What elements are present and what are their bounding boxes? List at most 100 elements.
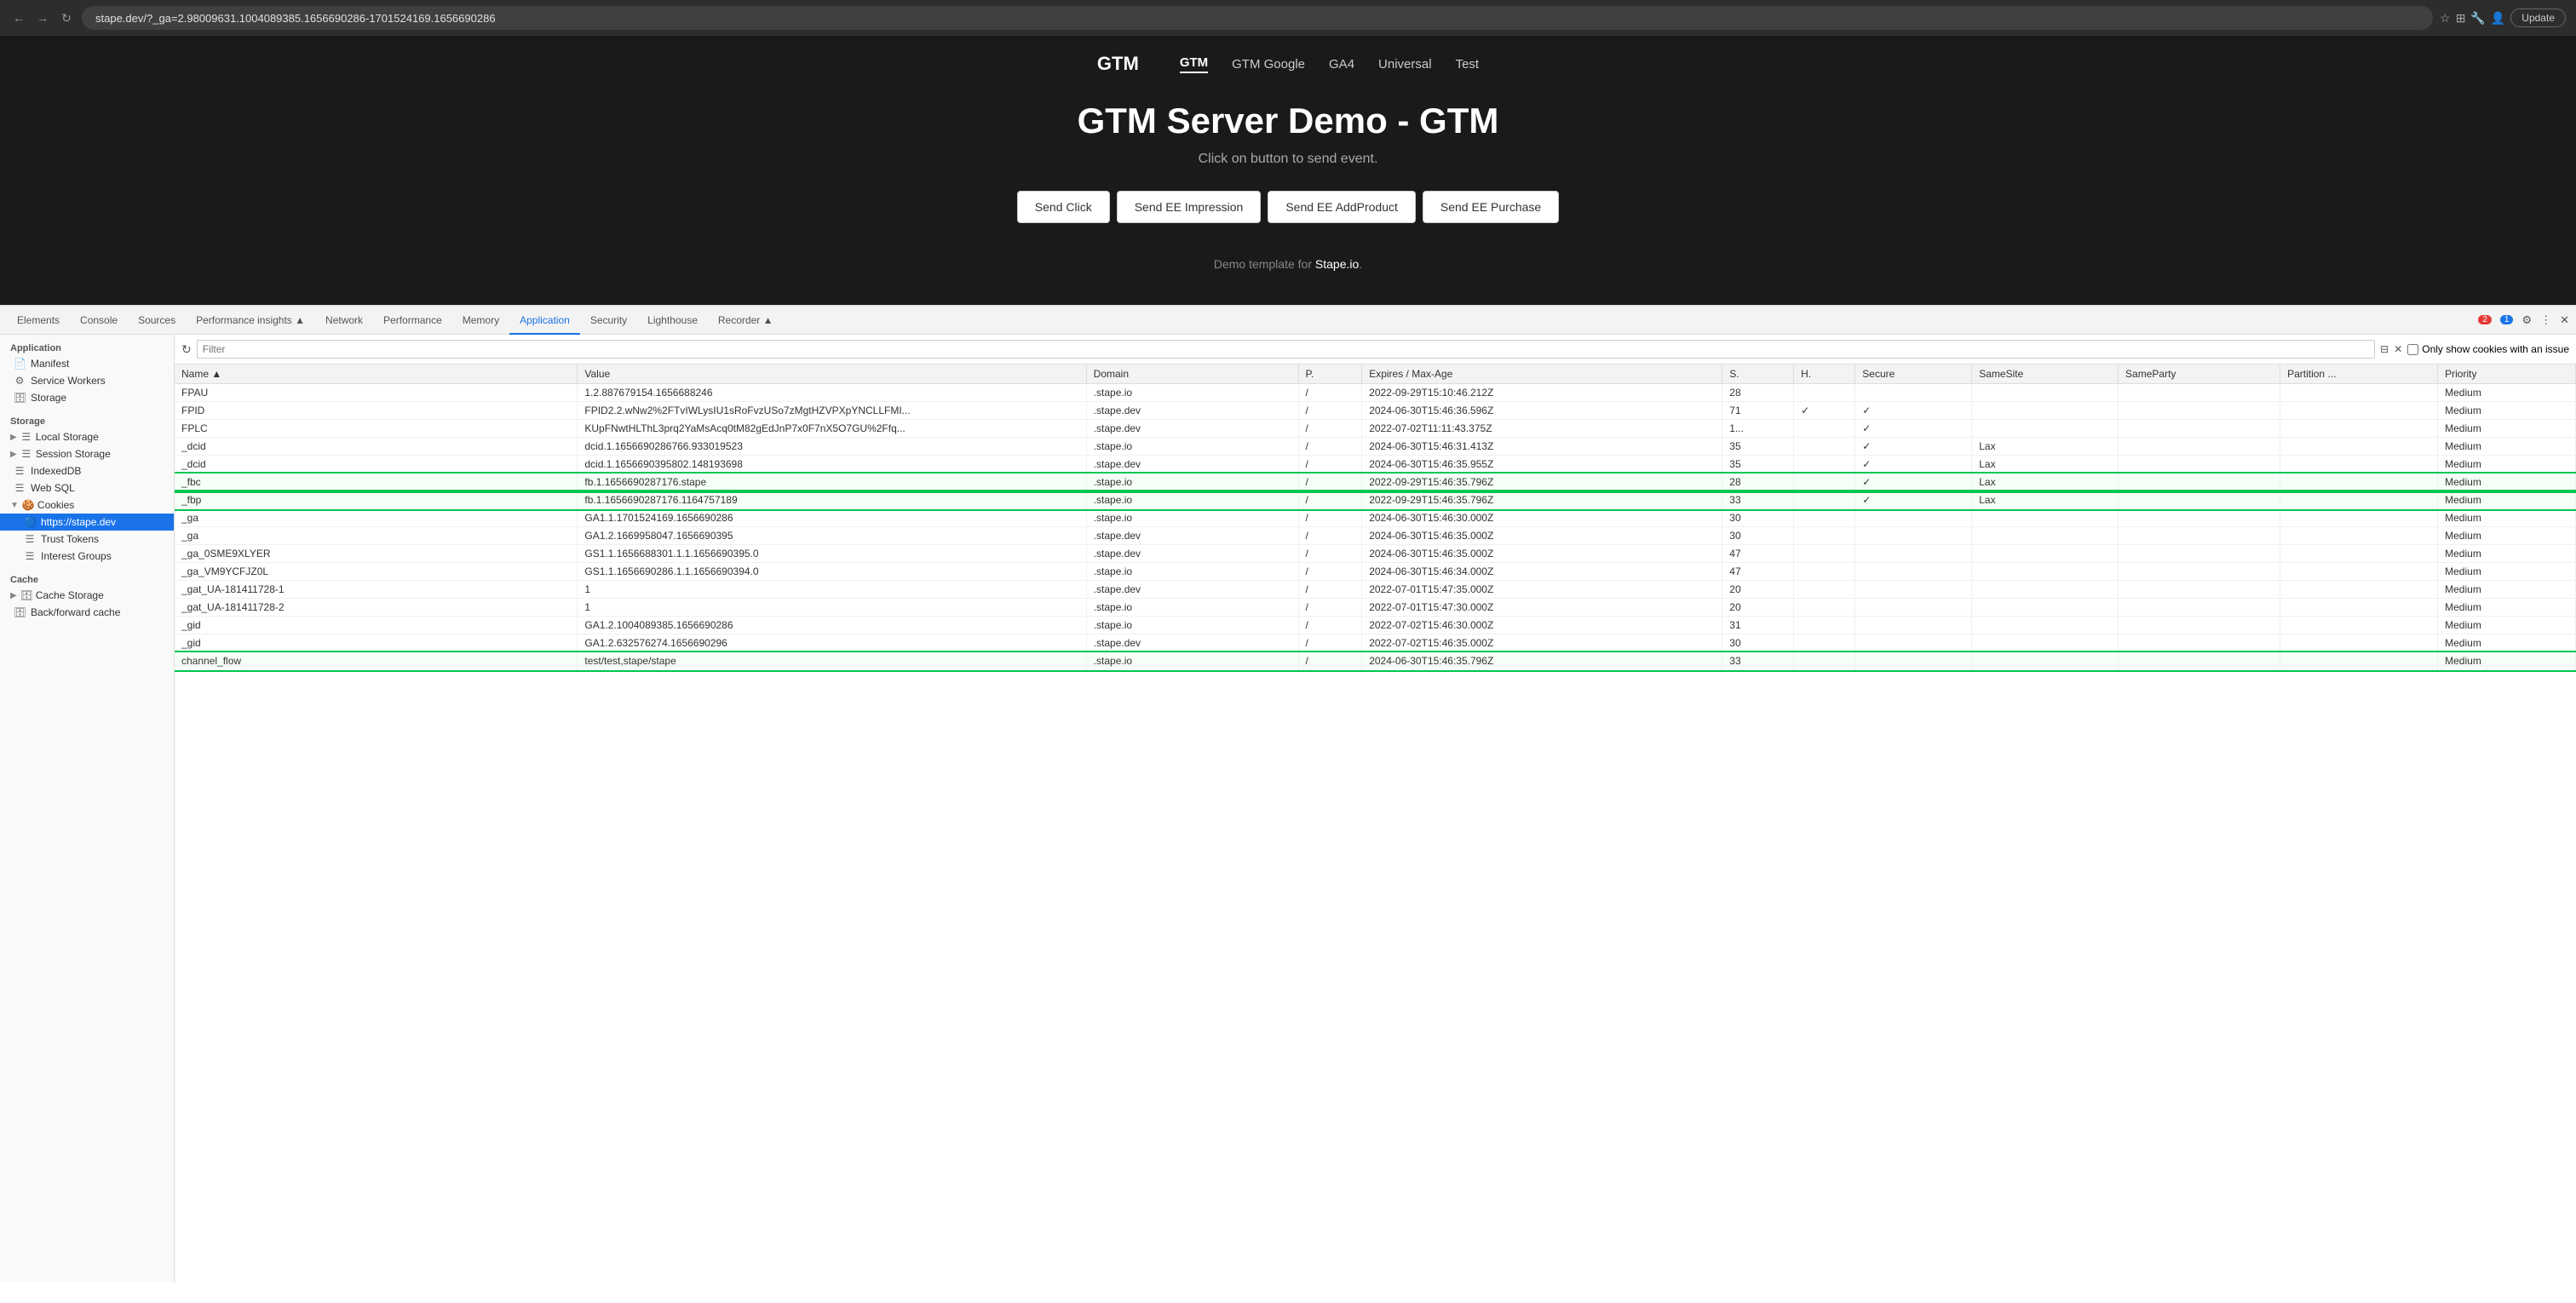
table-row[interactable]: _dciddcid.1.1656690395802.148193698.stap… <box>175 456 2576 474</box>
page-title: GTM Server Demo - GTM <box>1078 100 1499 141</box>
table-row[interactable]: _dciddcid.1.1656690286766.933019523.stap… <box>175 438 2576 456</box>
stape-link[interactable]: Stape.io <box>1315 257 1359 271</box>
table-row[interactable]: _gaGA1.2.1669958047.1656690395.stape.dev… <box>175 527 2576 545</box>
cache-storage-label: Cache Storage <box>36 589 104 601</box>
col-header-secure[interactable]: Secure <box>1855 364 1972 384</box>
tab-performance[interactable]: Performance <box>373 306 452 335</box>
badge-red: 2 <box>2478 315 2492 324</box>
sidebar-item-storage[interactable]: 🗄 Storage <box>0 389 174 406</box>
tab-memory[interactable]: Memory <box>452 306 509 335</box>
cookie-tbody: FPAU1.2.887679154.1656688246.stape.io/20… <box>175 384 2576 670</box>
col-header-path[interactable]: P. <box>1298 364 1362 384</box>
col-header-size[interactable]: S. <box>1722 364 1794 384</box>
nav-universal[interactable]: Universal <box>1378 57 1432 72</box>
col-header-samesite[interactable]: SameSite <box>1972 364 2119 384</box>
sidebar-item-local-storage[interactable]: ▶ ☰ Local Storage <box>0 428 174 445</box>
star-icon[interactable]: ☆ <box>2440 11 2451 26</box>
sidebar-section-application: Application <box>0 340 174 355</box>
col-header-sameparty[interactable]: SameParty <box>2119 364 2280 384</box>
forward-button[interactable]: → <box>34 9 51 26</box>
clear-filter-icon[interactable]: ✕ <box>2394 343 2402 355</box>
sidebar-item-web-sql[interactable]: ☰ Web SQL <box>0 479 174 497</box>
send-ee-purchase-button[interactable]: Send EE Purchase <box>1423 191 1559 223</box>
filter-options-icon[interactable]: ⊟ <box>2380 343 2389 355</box>
cookies-icon: 🍪 <box>22 499 34 511</box>
send-click-button[interactable]: Send Click <box>1017 191 1110 223</box>
sidebar-item-interest-groups[interactable]: ☰ Interest Groups <box>0 548 174 565</box>
filter-input[interactable] <box>197 340 2375 359</box>
cookie-table: Name ▲ Value Domain P. Expires / Max-Age… <box>175 364 2576 670</box>
url-bar[interactable]: stape.dev/?_ga=2.98009631.1004089385.165… <box>82 6 2433 30</box>
send-ee-addproduct-button[interactable]: Send EE AddProduct <box>1268 191 1416 223</box>
storage-icon: 🗄 <box>14 392 26 404</box>
sidebar-item-session-storage[interactable]: ▶ ☰ Session Storage <box>0 445 174 462</box>
table-row[interactable]: channel_flowtest/test,stape/stape.stape.… <box>175 652 2576 670</box>
tab-recorder[interactable]: Recorder ▲ <box>708 306 784 335</box>
show-cookies-checkbox[interactable] <box>2407 344 2418 355</box>
table-row[interactable]: FPIDFPID2.2.wNw2%2FTvIWLysIU1sRoFvzUSo7z… <box>175 402 2576 420</box>
table-header-row: Name ▲ Value Domain P. Expires / Max-Age… <box>175 364 2576 384</box>
service-workers-label: Service Workers <box>31 375 106 387</box>
tab-elements[interactable]: Elements <box>7 306 70 335</box>
col-header-priority[interactable]: Priority <box>2438 364 2576 384</box>
table-row[interactable]: _fbpfb.1.1656690287176.1164757189.stape.… <box>175 491 2576 509</box>
table-row[interactable]: _gidGA1.2.632576274.1656690296.stape.dev… <box>175 634 2576 652</box>
session-storage-icon: ☰ <box>20 448 32 460</box>
sidebar-item-indexeddb[interactable]: ☰ IndexedDB <box>0 462 174 479</box>
back-button[interactable]: ← <box>10 9 27 26</box>
tab-application[interactable]: Application <box>509 306 580 335</box>
col-header-value[interactable]: Value <box>578 364 1086 384</box>
action-buttons: Send Click Send EE Impression Send EE Ad… <box>1017 191 1559 223</box>
col-header-h[interactable]: H. <box>1794 364 1855 384</box>
tab-network[interactable]: Network <box>315 306 373 335</box>
sidebar-item-cookies-group[interactable]: ▼ 🍪 Cookies <box>0 497 174 514</box>
page-area: GTM GTM GTM Google GA4 Universal Test GT… <box>0 36 2576 305</box>
tab-performance-insights[interactable]: Performance insights ▲ <box>186 306 315 335</box>
sidebar-item-stape-dev[interactable]: 🔵 https://stape.dev <box>0 514 174 531</box>
table-row[interactable]: _gat_UA-181411728-11.stape.dev/2022-07-0… <box>175 581 2576 599</box>
nav-ga4[interactable]: GA4 <box>1329 57 1354 72</box>
sidebar-item-back-forward-cache[interactable]: 🗄 Back/forward cache <box>0 604 174 621</box>
nav-test[interactable]: Test <box>1456 57 1480 72</box>
service-workers-icon: ⚙ <box>14 375 26 387</box>
tab-console[interactable]: Console <box>70 306 128 335</box>
sidebar-item-manifest[interactable]: 📄 Manifest <box>0 355 174 372</box>
table-row[interactable]: _gaGA1.1.1701524169.1656690286.stape.io/… <box>175 509 2576 527</box>
local-storage-arrow: ▶ <box>10 433 17 442</box>
col-header-partition[interactable]: Partition ... <box>2280 364 2438 384</box>
nav-gtm-google[interactable]: GTM Google <box>1232 57 1305 72</box>
table-row[interactable]: FPAU1.2.887679154.1656688246.stape.io/20… <box>175 384 2576 402</box>
col-header-expires[interactable]: Expires / Max-Age <box>1362 364 1722 384</box>
table-row[interactable]: _gat_UA-181411728-21.stape.io/2022-07-01… <box>175 599 2576 617</box>
refresh-cookies-button[interactable]: ↻ <box>181 342 192 357</box>
tab-security[interactable]: Security <box>580 306 637 335</box>
send-ee-impression-button[interactable]: Send EE Impression <box>1117 191 1262 223</box>
tab-sources[interactable]: Sources <box>128 306 186 335</box>
close-devtools-icon[interactable]: ✕ <box>2560 313 2569 327</box>
indexeddb-icon: ☰ <box>14 465 26 477</box>
settings-icon[interactable]: ⚙ <box>2521 313 2532 327</box>
page-subtitle: Click on button to send event. <box>1199 152 1378 167</box>
more-options-icon[interactable]: ⋮ <box>2540 313 2551 327</box>
main-content: ↻ ⊟ ✕ Only show cookies with an issue Na… <box>175 335 2576 1283</box>
devtools: Elements Console Sources Performance ins… <box>0 305 2576 1283</box>
reload-button[interactable]: ↻ <box>58 9 75 26</box>
tab-lighthouse[interactable]: Lighthouse <box>637 306 708 335</box>
col-header-name[interactable]: Name ▲ <box>175 364 578 384</box>
table-row[interactable]: _ga_0SME9XLYERGS1.1.1656688301.1.1.16566… <box>175 545 2576 563</box>
extension-icon-1[interactable]: ⊞ <box>2456 11 2466 26</box>
sidebar-item-service-workers[interactable]: ⚙ Service Workers <box>0 372 174 389</box>
update-button[interactable]: Update <box>2510 9 2566 27</box>
sidebar-item-cache-storage[interactable]: ▶ 🗄 Cache Storage <box>0 587 174 604</box>
sidebar-item-trust-tokens[interactable]: ☰ Trust Tokens <box>0 531 174 548</box>
table-row[interactable]: _ga_VM9YCFJZ0LGS1.1.1656690286.1.1.16566… <box>175 563 2576 581</box>
table-row[interactable]: _gidGA1.2.1004089385.1656690286.stape.io… <box>175 617 2576 634</box>
extension-icon-2[interactable]: 🔧 <box>2470 11 2485 26</box>
sidebar: Application 📄 Manifest ⚙ Service Workers… <box>0 335 175 1283</box>
col-header-domain[interactable]: Domain <box>1086 364 1298 384</box>
table-row[interactable]: _fbcfb.1.1656690287176.stape.stape.io/20… <box>175 474 2576 491</box>
table-row[interactable]: FPLCKUpFNwtHLThL3prq2YaMsAcq0tM82gEdJnP7… <box>175 420 2576 438</box>
nav-gtm[interactable]: GTM <box>1180 55 1208 73</box>
show-cookies-with-issue-label[interactable]: Only show cookies with an issue <box>2407 343 2569 355</box>
avatar-icon[interactable]: 👤 <box>2491 11 2505 26</box>
